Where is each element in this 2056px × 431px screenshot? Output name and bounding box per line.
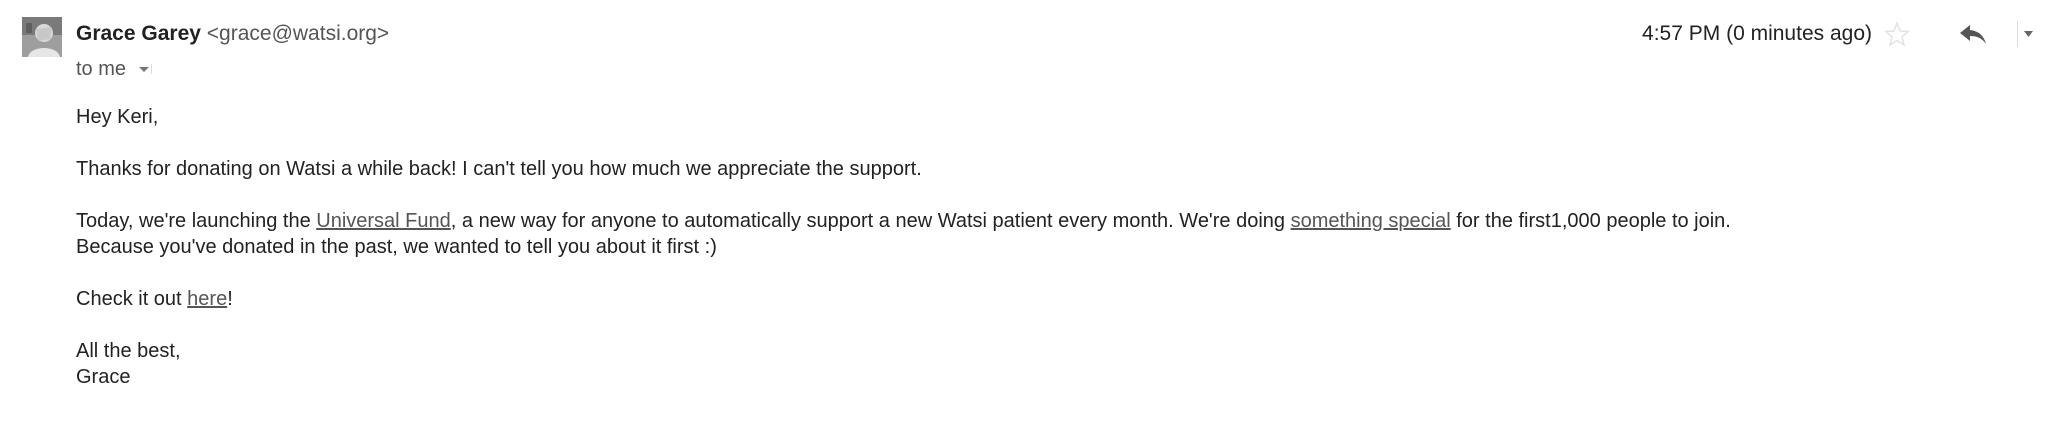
paragraph-launch: Today, we're launching the Universal Fun… <box>76 208 2016 260</box>
launch-text-middle: , a new way for anyone to automatically … <box>450 210 1291 232</box>
closing: All the best, Grace <box>76 338 2016 390</box>
star-outline-icon <box>1884 20 1910 47</box>
check-text-end: ! <box>227 288 233 310</box>
avatar-photo-icon <box>22 17 62 57</box>
universal-fund-link[interactable]: Universal Fund <box>316 210 451 232</box>
reply-button[interactable] <box>1956 19 1990 49</box>
launch-text-end: for the first1,000 people to join. <box>1450 210 1731 232</box>
chevron-down-icon <box>139 63 153 74</box>
show-details-button[interactable] <box>134 61 154 77</box>
greeting: Hey Keri, <box>76 106 159 128</box>
something-special-link[interactable]: something special <box>1291 210 1451 232</box>
recipient-label: to me <box>76 58 127 80</box>
launch-text-start: Today, we're launching the <box>76 210 317 232</box>
paragraph-check-it-out: Check it out here! <box>76 286 2016 312</box>
sender-line: Grace Garey <grace@watsi.org> <box>76 20 389 48</box>
check-text-start: Check it out <box>76 288 188 310</box>
sender-avatar[interactable] <box>22 17 62 57</box>
recipient-line: to me <box>76 56 154 82</box>
paragraph-thanks: Thanks for donating on Watsi a while bac… <box>76 158 922 180</box>
message-timestamp: 4:57 PM (0 minutes ago) <box>1642 22 1872 45</box>
chevron-down-icon <box>2017 21 2033 47</box>
email-message: Grace Garey <grace@watsi.org> to me 4:57… <box>0 0 2056 431</box>
here-link[interactable]: here <box>187 288 227 310</box>
message-body: Hey Keri, Thanks for donating on Watsi a… <box>76 104 2016 390</box>
message-actions: 4:57 PM (0 minutes ago) <box>1642 18 2036 50</box>
signature: Grace <box>76 366 131 388</box>
star-button[interactable] <box>1882 19 1912 49</box>
sender-name[interactable]: Grace Garey <box>76 22 201 45</box>
launch-text-line2: Because you've donated in the past, we w… <box>76 236 717 258</box>
more-actions-button[interactable] <box>2014 19 2036 49</box>
signoff: All the best, <box>76 340 181 362</box>
reply-arrow-icon <box>1960 25 1986 44</box>
sender-email: <grace@watsi.org> <box>206 22 390 45</box>
